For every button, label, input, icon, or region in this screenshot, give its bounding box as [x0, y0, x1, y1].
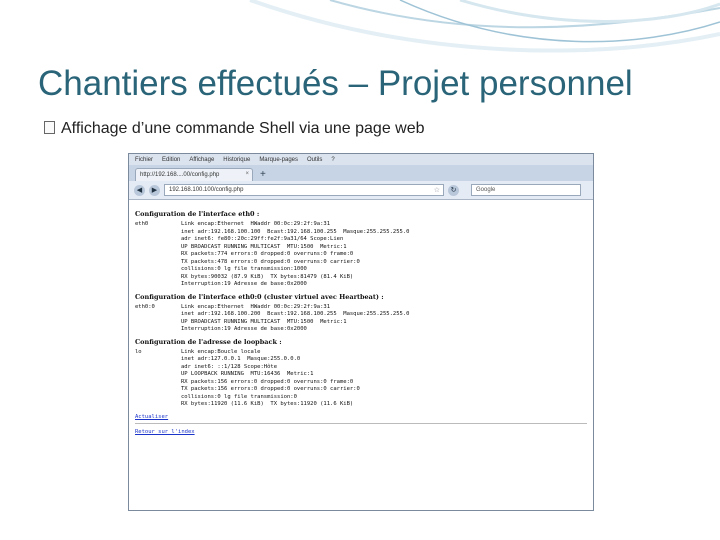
- menu-item-view[interactable]: Affichage: [189, 157, 214, 163]
- bullet-icon: [44, 121, 55, 134]
- interface-name: eth0:0: [135, 303, 155, 310]
- section-heading-loopback: Configuration de l'adresse de loopback :: [135, 337, 282, 346]
- page-content: Configuration de l'interface eth0 : eth0…: [129, 200, 593, 435]
- search-input[interactable]: Google: [471, 184, 581, 196]
- ifconfig-block-eth0: eth0 Link encap:Ethernet HWaddr 00:0c:29…: [135, 221, 587, 289]
- tab-title: http://192.168....00/config.php: [140, 172, 220, 178]
- menu-item-edit[interactable]: Edition: [162, 157, 180, 163]
- ifconfig-output: Link encap:Ethernet HWaddr 00:0c:29:2f:9…: [181, 221, 410, 287]
- section-heading-eth0-0: Configuration de l'interface eth0:0 (clu…: [135, 292, 384, 301]
- back-icon[interactable]: ◀: [134, 184, 145, 196]
- close-tab-icon[interactable]: ×: [245, 171, 249, 177]
- browser-tab[interactable]: http://192.168....00/config.php ×: [135, 168, 253, 181]
- ifconfig-output: Link encap:Ethernet HWaddr 00:0c:29:2f:9…: [181, 303, 410, 333]
- section-heading-eth0: Configuration de l'interface eth0 :: [135, 210, 260, 218]
- ifconfig-output: Link encap:Boucle locale inet adr:127.0.0…: [181, 348, 360, 408]
- menu-item-help[interactable]: ?: [331, 157, 334, 163]
- menu-item-tools[interactable]: Outils: [307, 157, 322, 163]
- refresh-link[interactable]: Actualiser: [135, 414, 587, 420]
- browser-screenshot: Fichier Edition Affichage Historique Mar…: [128, 153, 594, 511]
- back-to-index-link[interactable]: Retour sur l'index: [135, 429, 587, 435]
- browser-menubar: Fichier Edition Affichage Historique Mar…: [129, 154, 593, 165]
- bullet-text: Affichage d’une commande Shell via une p…: [61, 120, 425, 137]
- ifconfig-block-lo: lo Link encap:Boucle locale inet adr:127.…: [135, 349, 587, 409]
- divider: [135, 422, 587, 424]
- slide-title: Chantiers effectués – Projet personnel: [38, 64, 633, 103]
- url-input[interactable]: 192.168.100.100/config.php ☆: [164, 184, 444, 196]
- new-tab-icon[interactable]: +: [257, 168, 266, 181]
- url-text: 192.168.100.100/config.php: [169, 187, 244, 193]
- interface-name: lo: [135, 348, 142, 355]
- bullet-item: Affichage d’une commande Shell via une p…: [44, 120, 425, 138]
- navigation-bar: ◀ ▶ 192.168.100.100/config.php ☆ ↻ Googl…: [129, 181, 593, 200]
- bookmark-star-icon[interactable]: ☆: [434, 186, 440, 194]
- forward-icon[interactable]: ▶: [149, 184, 160, 196]
- interface-name: eth0: [135, 221, 149, 227]
- menu-item-bookmarks[interactable]: Marque-pages: [259, 157, 298, 163]
- ifconfig-block-eth0-0: eth0:0 Link encap:Ethernet HWaddr 00:0c:…: [135, 304, 587, 334]
- tab-bar: http://192.168....00/config.php × +: [129, 165, 593, 181]
- menu-item-history[interactable]: Historique: [223, 157, 250, 163]
- menu-item-file[interactable]: Fichier: [135, 157, 153, 163]
- search-placeholder: Google: [476, 187, 496, 193]
- reload-icon[interactable]: ↻: [448, 184, 459, 196]
